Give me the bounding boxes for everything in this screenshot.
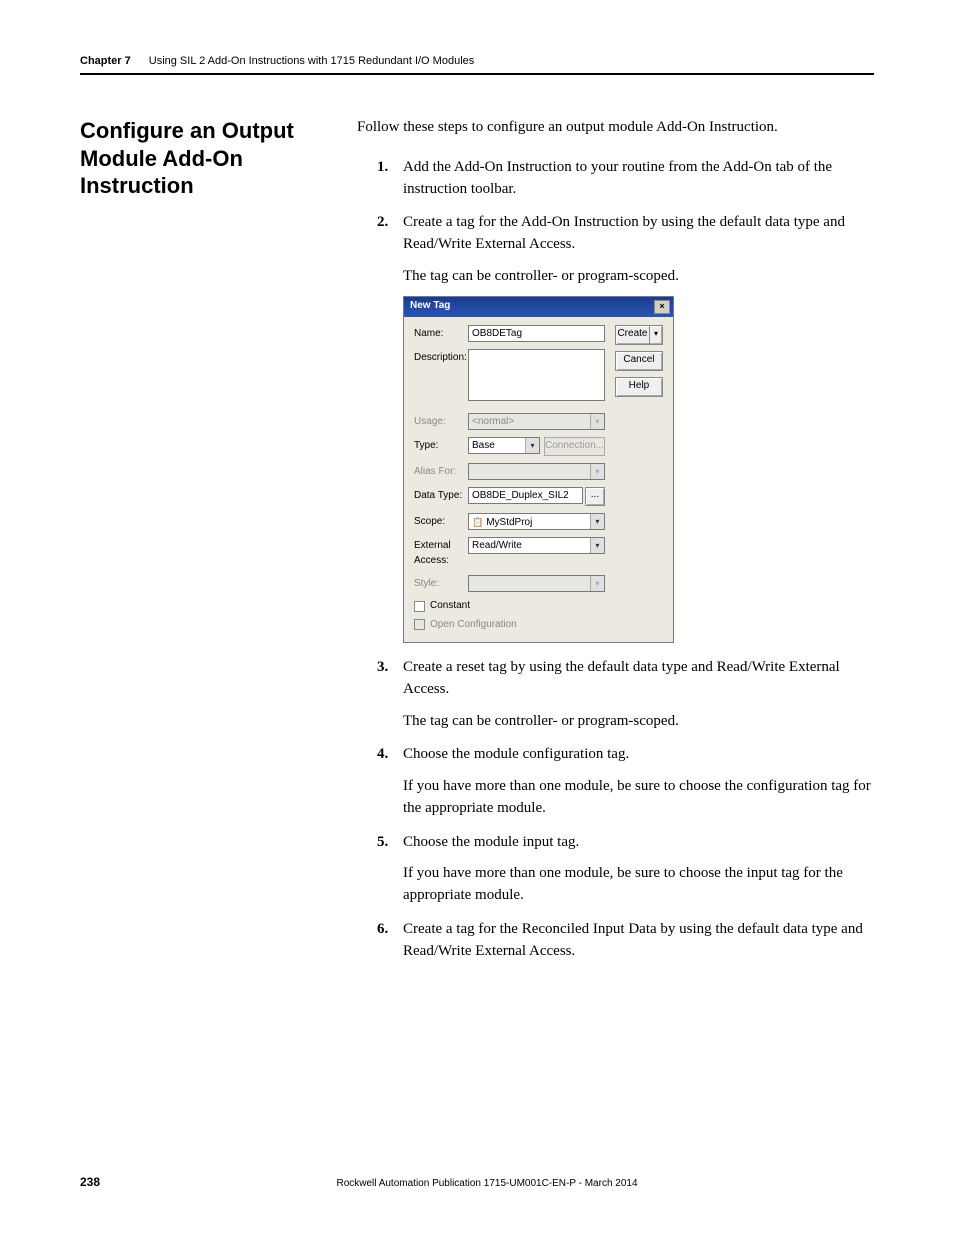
chevron-down-icon: ▾ [590, 414, 604, 429]
section-heading: Configure an Output Module Add-On Instru… [80, 117, 345, 200]
style-select [468, 575, 605, 592]
page-footer: 238 Rockwell Automation Publication 1715… [80, 1175, 874, 1189]
chapter-title: Using SIL 2 Add-On Instructions with 171… [149, 55, 475, 67]
browse-button[interactable]: ... [585, 487, 605, 506]
step-text: Choose the module configuration tag. [403, 746, 629, 762]
external-access-select[interactable] [468, 537, 605, 554]
step-5: Choose the module input tag. If you have… [381, 832, 874, 907]
data-type-input[interactable] [468, 487, 583, 504]
new-tag-dialog: New Tag × Name: [403, 296, 674, 644]
name-label: Name: [414, 325, 468, 342]
publication-id: Rockwell Automation Publication 1715-UM0… [336, 1178, 637, 1189]
chapter-label: Chapter 7 [80, 55, 131, 67]
step-4: Choose the module configuration tag. If … [381, 744, 874, 819]
constant-checkbox-row[interactable]: Constant [414, 599, 605, 614]
chevron-down-icon: ▾ [590, 576, 604, 591]
description-label: Description: [414, 349, 468, 366]
chevron-down-icon[interactable]: ▾ [590, 514, 604, 529]
step-3: Create a reset tag by using the default … [381, 657, 874, 732]
chevron-down-icon[interactable]: ▾ [525, 438, 539, 453]
step-text: Create a tag for the Reconciled Input Da… [403, 921, 863, 959]
step-text: Create a tag for the Add-On Instruction … [403, 214, 845, 252]
scope-label: Scope: [414, 513, 468, 530]
chevron-down-icon: ▾ [590, 464, 604, 479]
step-2: Create a tag for the Add-On Instruction … [381, 212, 874, 643]
step-text: Add the Add-On Instruction to your routi… [403, 159, 832, 197]
step-text: Create a reset tag by using the default … [403, 659, 840, 697]
create-button[interactable]: Create ▾ [615, 325, 663, 345]
dialog-titlebar: New Tag × [404, 297, 673, 317]
alias-for-label: Alias For: [414, 463, 468, 480]
close-icon[interactable]: × [654, 300, 670, 314]
style-label: Style: [414, 575, 468, 592]
steps-list: Add the Add-On Instruction to your routi… [357, 157, 874, 963]
step-note: If you have more than one module, be sur… [403, 863, 874, 907]
constant-label: Constant [430, 599, 470, 614]
step-6: Create a tag for the Reconciled Input Da… [381, 919, 874, 963]
usage-label: Usage: [414, 413, 468, 430]
cancel-button[interactable]: Cancel [615, 351, 663, 371]
page-number: 238 [80, 1175, 100, 1189]
step-note: The tag can be controller- or program-sc… [403, 711, 874, 733]
step-text: Choose the module input tag. [403, 834, 579, 850]
step-1: Add the Add-On Instruction to your routi… [381, 157, 874, 201]
description-input[interactable] [468, 349, 605, 401]
usage-select [468, 413, 605, 430]
chevron-down-icon[interactable]: ▾ [590, 538, 604, 553]
dialog-title: New Tag [410, 299, 450, 314]
help-button[interactable]: Help [615, 377, 663, 397]
type-label: Type: [414, 437, 468, 454]
data-type-label: Data Type: [414, 487, 468, 504]
intro-text: Follow these steps to configure an outpu… [357, 117, 874, 139]
step-note: The tag can be controller- or program-sc… [403, 266, 874, 288]
page-header: Chapter 7 Using SIL 2 Add-On Instruction… [80, 55, 874, 75]
scope-select[interactable]: MyStdProj [468, 513, 605, 530]
checkbox-icon[interactable] [414, 601, 425, 612]
alias-for-select [468, 463, 605, 480]
name-input[interactable] [468, 325, 605, 342]
chevron-down-icon[interactable]: ▾ [649, 326, 662, 344]
step-note: If you have more than one module, be sur… [403, 776, 874, 820]
open-config-label: Open Configuration [430, 618, 517, 633]
connection-button: Connection... [544, 437, 605, 456]
checkbox-icon [414, 619, 425, 630]
external-access-label: External Access: [414, 537, 468, 568]
open-config-checkbox-row: Open Configuration [414, 618, 605, 633]
